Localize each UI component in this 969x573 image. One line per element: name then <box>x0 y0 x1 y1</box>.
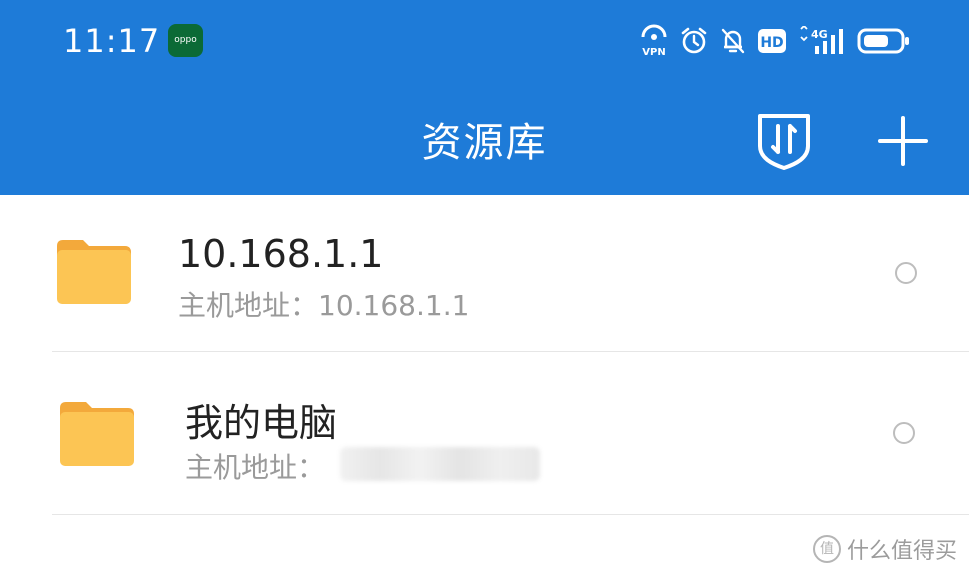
item-title: 10.168.1.1 <box>178 232 384 276</box>
item-host-address: 主机地址：10.168.1.1 <box>178 289 470 322</box>
watermark-logo-icon: 值 <box>812 535 841 563</box>
top-bar: 11:17 oppo VPN HD 4G 资源库 <box>0 0 969 195</box>
vpn-icon: VPN <box>639 24 669 58</box>
status-icons: VPN HD 4G <box>639 22 911 60</box>
item-title: 我的电脑 <box>185 401 338 445</box>
add-button[interactable] <box>876 114 930 168</box>
item-host-address: 主机地址： <box>185 451 326 484</box>
page-title-text: 资源库 <box>421 120 548 166</box>
page-title: 资源库 <box>0 110 969 168</box>
bell-off-icon <box>719 26 747 56</box>
folder-icon <box>57 240 131 304</box>
network-label: 4G <box>811 28 828 41</box>
alarm-icon <box>679 26 709 56</box>
oppo-app-badge: oppo <box>168 24 203 57</box>
divider <box>52 514 969 515</box>
watermark-text: 什么值得买 <box>846 539 957 564</box>
battery-icon <box>857 27 911 55</box>
hd-icon: HD <box>757 28 787 54</box>
shield-transfer-icon <box>758 114 810 170</box>
select-radio[interactable] <box>893 422 915 444</box>
signal-4g-icon: 4G <box>797 26 847 56</box>
watermark: 值 什么值得买 <box>812 533 957 565</box>
folder-icon <box>60 402 134 466</box>
plus-icon <box>878 116 928 166</box>
screen: 11:17 oppo VPN HD 4G 资源库 10.168.1.1 主机地址… <box>0 0 969 573</box>
list-item[interactable]: 我的电脑 主机地址： <box>0 352 969 514</box>
transfer-button[interactable] <box>752 108 816 172</box>
select-radio[interactable] <box>895 262 917 284</box>
list-item[interactable]: 10.168.1.1 主机地址：10.168.1.1 <box>0 196 969 351</box>
vpn-label: VPN <box>642 47 665 58</box>
redacted-address <box>340 447 540 481</box>
hd-label: HD <box>760 35 783 51</box>
status-time: 11:17 <box>63 22 161 60</box>
